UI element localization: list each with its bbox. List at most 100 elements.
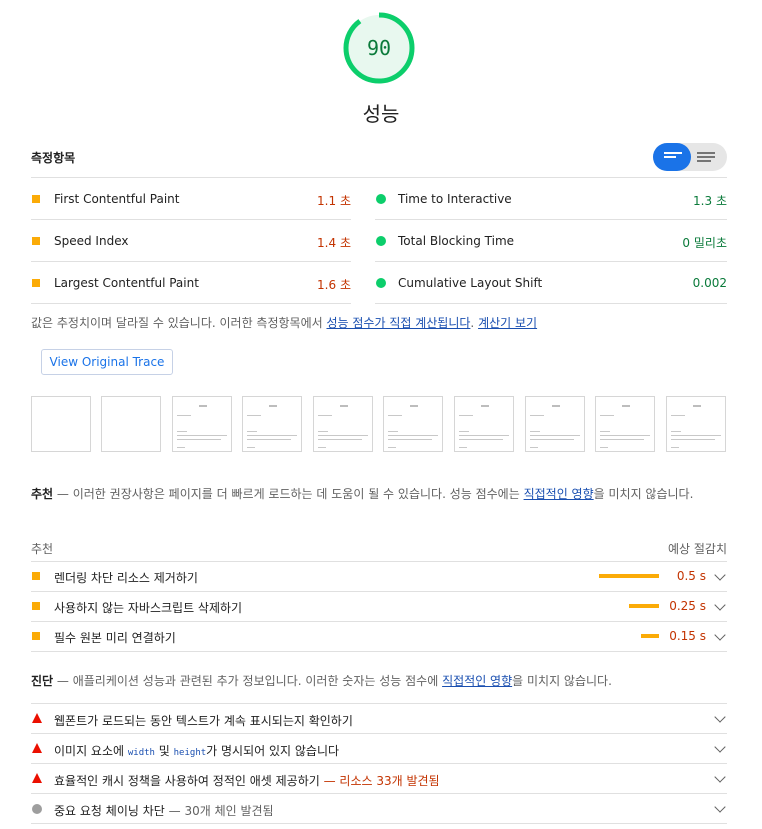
- metric-speed-index: Speed Index 1.4 초: [31, 220, 351, 262]
- diagnostic-subtitle: — 30개 체인 발견됨: [164, 804, 274, 818]
- opportunity-row[interactable]: 사용하지 않는 자바스크립트 삭제하기 0.25 s: [31, 592, 727, 622]
- filmstrip-frame: [313, 396, 373, 452]
- diagnostic-row[interactable]: 중요 요청 체이닝 차단 — 30개 체인 발견됨: [31, 794, 727, 824]
- note-text: 값은 추정치이며 달라질 수 있습니다. 이러한 측정항목에서: [31, 316, 327, 330]
- pass-circle-icon: [376, 194, 386, 204]
- metric-value: 1.1 초: [317, 194, 351, 208]
- pass-circle-icon: [376, 278, 386, 288]
- diagnostics-heading: 진단: [31, 674, 54, 688]
- chevron-down-icon[interactable]: [714, 629, 726, 641]
- savings-bar: [599, 574, 659, 578]
- chevron-down-icon[interactable]: [714, 771, 726, 783]
- metric-tbt: Total Blocking Time 0 밀리초: [375, 220, 727, 262]
- score-value: 90: [366, 36, 392, 60]
- metrics-title: 측정항목: [31, 151, 76, 165]
- metric-value: 1.3 초: [693, 194, 727, 208]
- diagnostic-row[interactable]: 효율적인 캐시 정책을 사용하여 정적인 애셋 제공하기 — 리소스 33개 발…: [31, 764, 727, 794]
- savings-bar: [629, 604, 659, 608]
- direct-impact-link[interactable]: 직접적인 영향: [442, 674, 512, 688]
- opportunities-list: 렌더링 차단 리소스 제거하기 0.5 s 사용하지 않는 자바스크립트 삭제하…: [31, 562, 727, 652]
- savings-value: 0.25 s: [669, 599, 706, 613]
- opportunity-row[interactable]: 필수 원본 미리 연결하기 0.15 s: [31, 622, 727, 652]
- metric-value: 1.6 초: [317, 278, 351, 292]
- metric-label: Largest Contentful Paint: [54, 276, 199, 290]
- opportunities-heading: 추천: [31, 487, 54, 501]
- column-header-savings: 예상 절감치: [667, 542, 727, 556]
- intro-text: — 이러한 권장사항은 페이지를 더 빠르게 로드하는 데 도움이 될 수 있습…: [53, 487, 524, 501]
- diagnostic-label: 웹폰트가 로드되는 동안 텍스트가 계속 표시되는지 확인하기: [54, 714, 353, 728]
- average-square-icon: [32, 279, 40, 287]
- metrics-view-toggle[interactable]: [653, 143, 727, 171]
- chevron-down-icon[interactable]: [714, 569, 726, 581]
- diagnostics-intro: 진단 — 애플리케이션 성능과 관련된 추가 정보입니다. 이러한 숫자는 성능…: [31, 672, 727, 689]
- filmstrip-frame: [172, 396, 232, 452]
- pass-circle-icon: [376, 236, 386, 246]
- opportunity-label: 사용하지 않는 자바스크립트 삭제하기: [54, 601, 243, 615]
- intro-tail: 을 미치지 않습니다.: [593, 487, 694, 501]
- diagnostics-list: 웹폰트가 로드되는 동안 텍스트가 계속 표시되는지 확인하기 이미지 요소에 …: [31, 703, 727, 824]
- filmstrip-frame: [454, 396, 514, 452]
- label-part: 가 명시되어 있지 않습니다: [206, 744, 340, 758]
- expanded-lines-icon[interactable]: [697, 152, 715, 164]
- calculator-link[interactable]: 계산기 보기: [478, 316, 537, 330]
- diagnostic-row[interactable]: 웹폰트가 로드되는 동안 텍스트가 계속 표시되는지 확인하기: [31, 704, 727, 734]
- fail-triangle-icon: [32, 713, 42, 723]
- metric-label: Time to Interactive: [398, 192, 512, 206]
- opportunities-table-header: 추천 예상 절감치: [31, 538, 727, 562]
- score-gauge: 90: [343, 12, 415, 84]
- metric-cls: Cumulative Layout Shift 0.002: [375, 262, 727, 304]
- fail-triangle-icon: [32, 743, 42, 753]
- metric-label: Cumulative Layout Shift: [398, 276, 543, 290]
- average-square-icon: [32, 237, 40, 245]
- note-separator: .: [470, 316, 479, 330]
- metrics-note: 값은 추정치이며 달라질 수 있습니다. 이러한 측정항목에서 성능 점수가 직…: [31, 314, 727, 331]
- savings-bar: [641, 634, 659, 638]
- filmstrip-frame: [595, 396, 655, 452]
- diagnostic-subtitle: — 리소스 33개 발견됨: [319, 774, 440, 788]
- intro-tail: 을 미치지 않습니다.: [512, 674, 612, 688]
- chevron-down-icon[interactable]: [714, 711, 726, 723]
- label-part: 및: [154, 744, 174, 758]
- intro-text: — 애플리케이션 성능과 관련된 추가 정보입니다. 이러한 숫자는 성능 점수…: [53, 674, 443, 688]
- filmstrip-frame: [525, 396, 585, 452]
- savings-value: 0.15 s: [669, 629, 706, 643]
- diagnostic-row[interactable]: 이미지 요소에 width 및 height가 명시되어 있지 않습니다: [31, 734, 727, 764]
- opportunities-intro: 추천 — 이러한 권장사항은 페이지를 더 빠르게 로드하는 데 도움이 될 수…: [31, 484, 727, 504]
- filmstrip-frame: [666, 396, 726, 452]
- metrics-header: 측정항목: [31, 140, 727, 178]
- metric-value: 0 밀리초: [682, 236, 727, 250]
- metric-lcp: Largest Contentful Paint 1.6 초: [31, 262, 351, 304]
- average-square-icon: [32, 632, 40, 640]
- label-part: 이미지 요소에: [54, 744, 128, 758]
- metrics-column-left: First Contentful Paint 1.1 초 Speed Index…: [31, 178, 351, 304]
- code-width: width: [127, 748, 155, 758]
- chevron-down-icon[interactable]: [714, 741, 726, 753]
- compact-lines-icon: [664, 152, 682, 162]
- metric-label: Total Blocking Time: [398, 234, 515, 248]
- filmstrip-frame: [31, 396, 91, 452]
- diagnostic-label: 효율적인 캐시 정책을 사용하여 정적인 애셋 제공하기 — 리소스 33개 발…: [54, 772, 440, 789]
- average-square-icon: [32, 602, 40, 610]
- info-circle-icon: [32, 804, 42, 814]
- fail-triangle-icon: [32, 773, 42, 783]
- label-text: 효율적인 캐시 정책을 사용하여 정적인 애셋 제공하기: [54, 774, 320, 788]
- diagnostic-label: 중요 요청 체이닝 차단 — 30개 체인 발견됨: [54, 802, 274, 819]
- filmstrip-frame: [242, 396, 302, 452]
- label-text: 중요 요청 체이닝 차단: [54, 804, 165, 818]
- view-original-trace-button[interactable]: View Original Trace: [41, 349, 173, 375]
- score-calc-link[interactable]: 성능 점수가 직접 계산됩니다: [326, 316, 470, 330]
- metrics-grid: First Contentful Paint 1.1 초 Speed Index…: [31, 178, 727, 304]
- chevron-down-icon[interactable]: [714, 599, 726, 611]
- opportunity-row[interactable]: 렌더링 차단 리소스 제거하기 0.5 s: [31, 562, 727, 592]
- compact-view-option[interactable]: [653, 143, 691, 171]
- chevron-down-icon[interactable]: [714, 801, 726, 813]
- metric-label: First Contentful Paint: [54, 192, 180, 206]
- metric-value: 1.4 초: [317, 236, 351, 250]
- column-header-opportunity: 추천: [31, 542, 54, 556]
- average-square-icon: [32, 195, 40, 203]
- direct-impact-link[interactable]: 직접적인 영향: [524, 487, 594, 501]
- filmstrip-frame: [101, 396, 161, 452]
- opportunity-label: 렌더링 차단 리소스 제거하기: [54, 571, 198, 585]
- filmstrip: [31, 396, 727, 452]
- metric-tti: Time to Interactive 1.3 초: [375, 178, 727, 220]
